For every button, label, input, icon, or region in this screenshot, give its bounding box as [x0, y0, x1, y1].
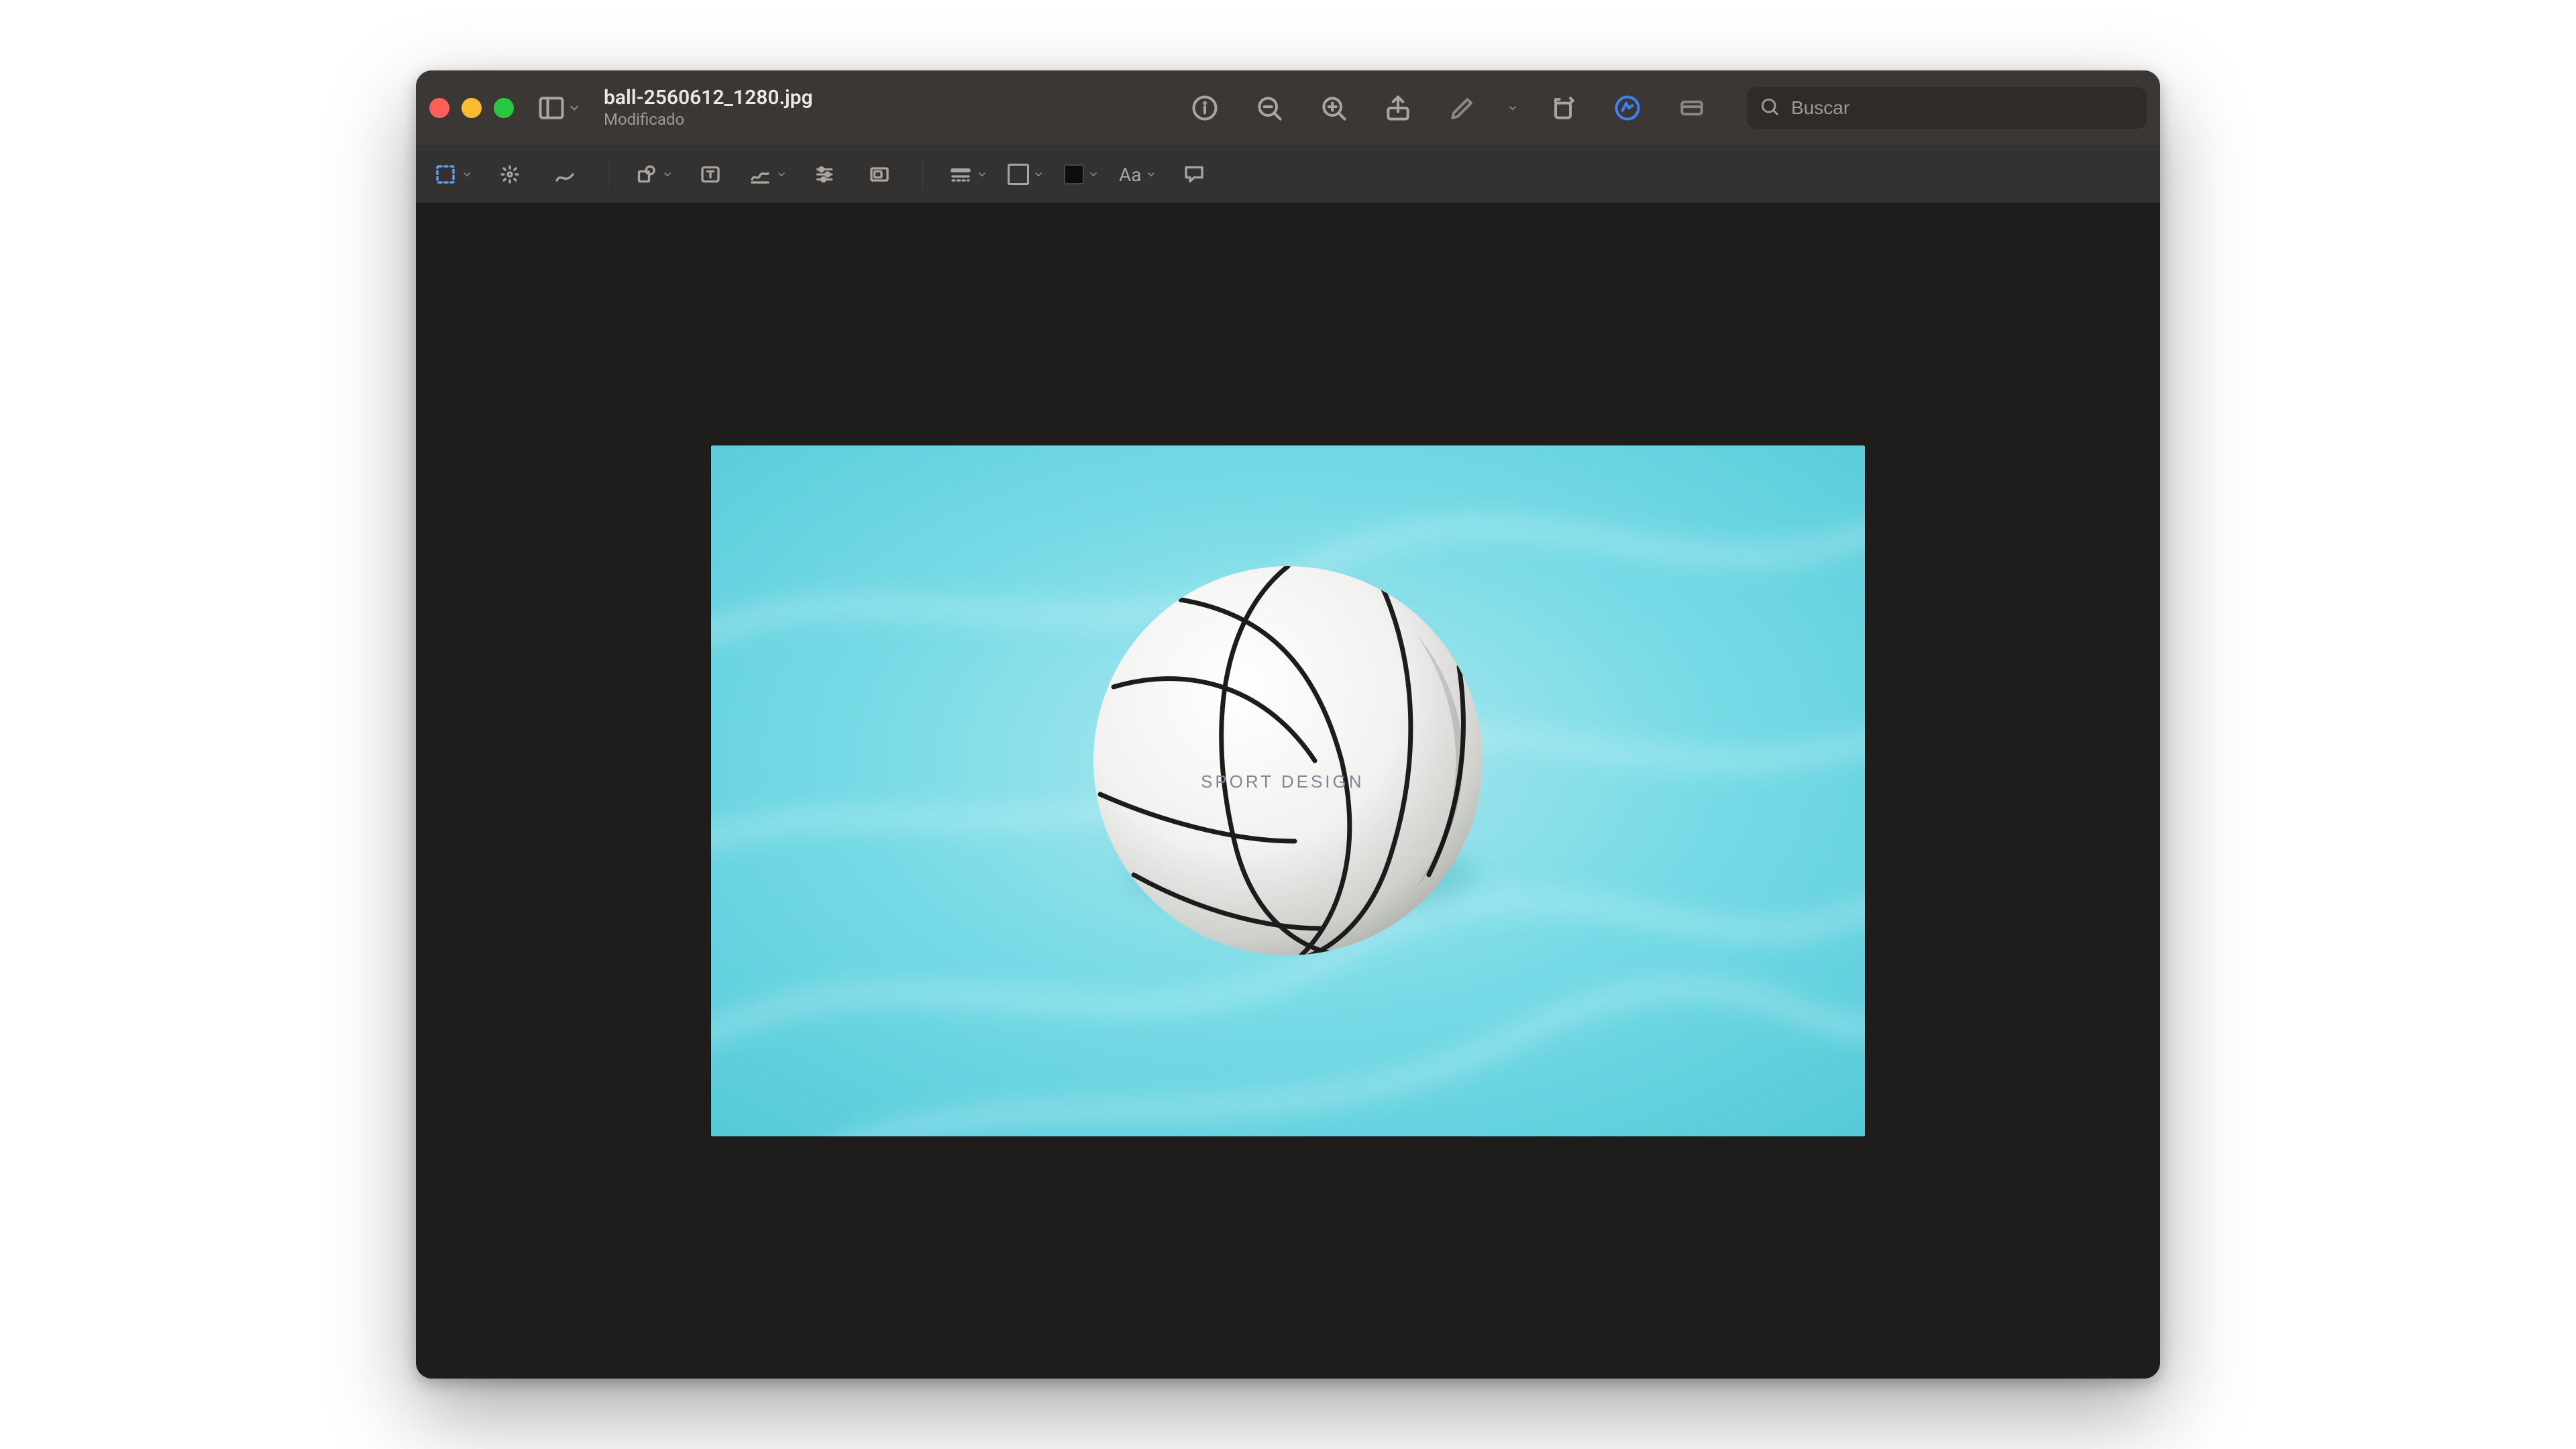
- preview-app-window: ball-2560612_1280.jpg Modificado: [416, 70, 2160, 1379]
- title-block: ball-2560612_1280.jpg Modificado: [604, 87, 885, 129]
- signature-button[interactable]: [748, 157, 787, 192]
- markup-pencil-button[interactable]: [1442, 88, 1483, 128]
- chevron-down-icon: [776, 169, 787, 180]
- rotate-button[interactable]: [1543, 88, 1583, 128]
- search-field[interactable]: [1747, 87, 2147, 129]
- image-canvas[interactable]: SPORT DESIGN: [416, 203, 2160, 1379]
- adjust-size-button[interactable]: [862, 157, 897, 192]
- border-style-button[interactable]: [949, 157, 987, 192]
- separator: [922, 160, 923, 189]
- chevron-down-icon: [977, 169, 987, 180]
- sidebar-toggle-button[interactable]: [537, 88, 581, 128]
- search-icon: [1759, 96, 1780, 120]
- fill-color-swatch: [1064, 164, 1084, 184]
- text-style-button[interactable]: Aa: [1119, 157, 1157, 192]
- markup-annotate-button[interactable]: [1607, 88, 1648, 128]
- text-tool-button[interactable]: [693, 157, 728, 192]
- document-filename: ball-2560612_1280.jpg: [604, 87, 885, 109]
- chevron-down-icon: [1088, 169, 1099, 180]
- crop-button[interactable]: [1672, 88, 1712, 128]
- image-content[interactable]: SPORT DESIGN: [711, 445, 1865, 1136]
- zoom-out-button[interactable]: [1249, 88, 1289, 128]
- titlebar: ball-2560612_1280.jpg Modificado: [416, 70, 2160, 146]
- info-button[interactable]: [1185, 88, 1225, 128]
- chevron-down-icon: [1146, 169, 1157, 180]
- speech-bubble-button[interactable]: [1177, 157, 1212, 192]
- share-button[interactable]: [1378, 88, 1418, 128]
- adjust-color-button[interactable]: [807, 157, 842, 192]
- chevron-down-icon: [462, 169, 472, 180]
- window-controls: [429, 98, 514, 118]
- chevron-down-icon[interactable]: [1507, 102, 1519, 114]
- fill-color-button[interactable]: [1064, 157, 1099, 192]
- selection-tool-button[interactable]: [433, 157, 472, 192]
- close-window-button[interactable]: [429, 98, 449, 118]
- markup-toolbar: Aa: [416, 146, 2160, 203]
- shapes-button[interactable]: [634, 157, 673, 192]
- chevron-down-icon: [568, 101, 581, 115]
- chevron-down-icon: [662, 169, 673, 180]
- instant-alpha-button[interactable]: [492, 157, 527, 192]
- zoom-in-button[interactable]: [1313, 88, 1354, 128]
- document-status: Modificado: [604, 110, 885, 129]
- ball-print-label: SPORT DESIGN: [1201, 771, 1364, 792]
- text-style-label: Aa: [1119, 164, 1142, 186]
- chevron-down-icon: [1033, 169, 1044, 180]
- sketch-tool-button[interactable]: [547, 157, 582, 192]
- search-input[interactable]: [1790, 97, 2135, 119]
- primary-toolbar-actions: [1185, 88, 1712, 128]
- stroke-color-button[interactable]: [1008, 157, 1044, 192]
- fullscreen-window-button[interactable]: [494, 98, 514, 118]
- stroke-color-swatch: [1008, 164, 1029, 185]
- minimize-window-button[interactable]: [462, 98, 482, 118]
